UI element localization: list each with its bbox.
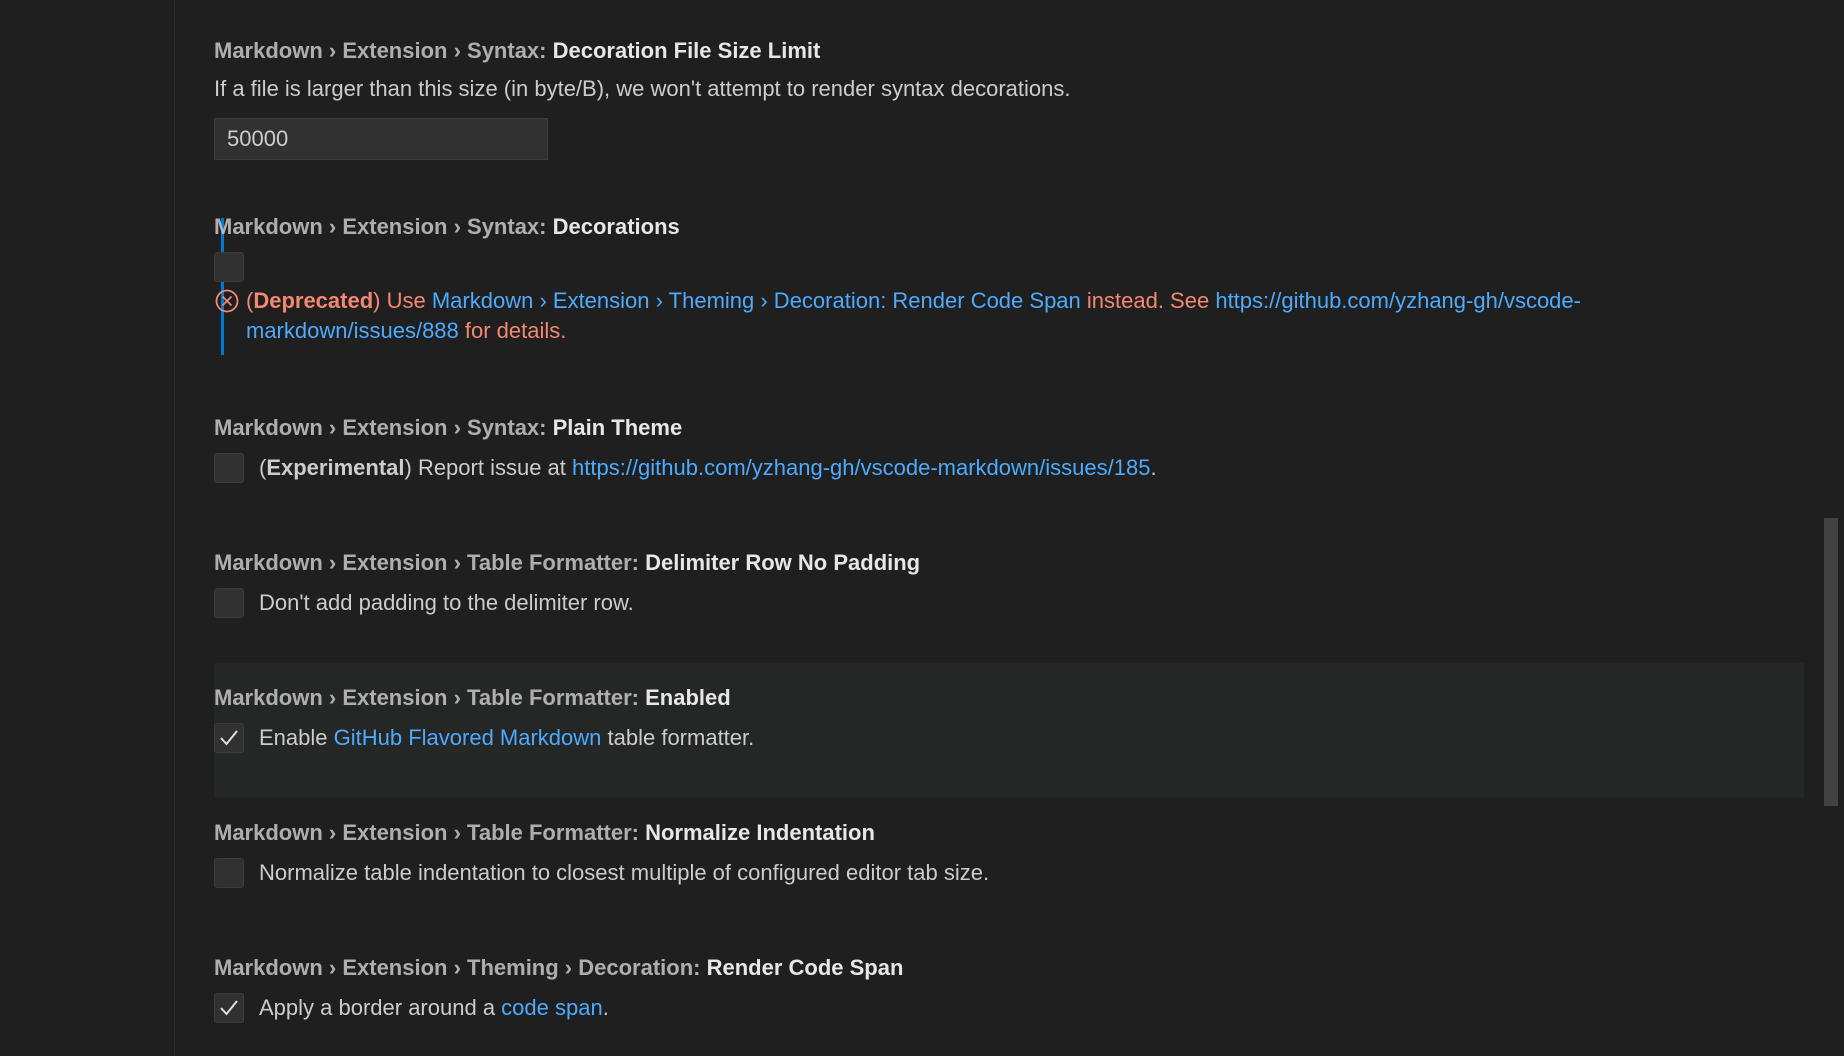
setting-title: Markdown › Extension › Table Formatter: … — [214, 683, 1804, 713]
setting-name: Render Code Span — [706, 955, 904, 980]
setting-category: Markdown › Extension › Table Formatter: — [214, 550, 646, 575]
gfm-link[interactable]: GitHub Flavored Markdown — [334, 725, 602, 750]
setting-name: Delimiter Row No Padding — [645, 550, 921, 575]
setting-title: Markdown › Extension › Theming › Decorat… — [214, 953, 1804, 983]
setting-category: Markdown › Extension › Theming › Decorat… — [214, 955, 707, 980]
settings-editor: Markdown › Extension › Syntax: Decoratio… — [0, 0, 1844, 1056]
setting-decoration-file-size-limit: Markdown › Extension › Syntax: Decoratio… — [214, 36, 1804, 160]
setting-title: Markdown › Extension › Syntax: Plain The… — [214, 413, 1804, 443]
decorations-checkbox[interactable] — [214, 252, 244, 282]
setting-description: Apply a border around a code span. — [259, 995, 609, 1020]
setting-plain-theme: Markdown › Extension › Syntax: Plain The… — [214, 413, 1804, 483]
setting-category: Markdown › Extension › Syntax: — [214, 38, 553, 63]
setting-description: If a file is larger than this size (in b… — [214, 76, 1071, 101]
setting-description: Enable GitHub Flavored Markdown table fo… — [259, 725, 755, 750]
deprecation-message: (Deprecated) Use Markdown › Extension › … — [214, 286, 1804, 346]
code-span-link[interactable]: code span — [501, 995, 603, 1020]
setting-category: Markdown › Extension › Table Formatter: — [214, 820, 646, 845]
setting-table-formatter-enabled: Markdown › Extension › Table Formatter: … — [214, 683, 1804, 753]
setting-description: Normalize table indentation to closest m… — [259, 860, 990, 885]
normalize-indentation-checkbox[interactable] — [214, 858, 244, 888]
settings-toc-pane — [0, 0, 175, 1056]
settings-list: Markdown › Extension › Syntax: Decoratio… — [175, 0, 1822, 1056]
plain-theme-checkbox[interactable] — [214, 453, 244, 483]
setting-category: Markdown › Extension › Syntax: — [214, 214, 553, 239]
setting-name: Plain Theme — [552, 415, 683, 440]
setting-description: (Experimental) Report issue at https://g… — [259, 455, 1157, 480]
setting-delimiter-row-no-padding: Markdown › Extension › Table Formatter: … — [214, 548, 1804, 618]
setting-normalize-indentation: Markdown › Extension › Table Formatter: … — [214, 818, 1804, 888]
error-circle-icon — [214, 288, 240, 314]
delimiter-row-no-padding-checkbox[interactable] — [214, 588, 244, 618]
setting-name: Enabled — [645, 685, 731, 710]
render-code-span-setting-link[interactable]: Markdown › Extension › Theming › Decorat… — [432, 288, 1081, 313]
render-code-span-checkbox[interactable] — [214, 993, 244, 1023]
setting-render-code-span: Markdown › Extension › Theming › Decorat… — [214, 953, 1804, 1023]
file-size-limit-input[interactable] — [214, 118, 548, 160]
setting-title: Markdown › Extension › Syntax: Decoratio… — [214, 212, 1804, 242]
vertical-scrollbar[interactable] — [1824, 518, 1838, 806]
setting-decorations: Markdown › Extension › Syntax: Decoratio… — [214, 212, 1804, 346]
deprecated-tag: Deprecated — [253, 288, 374, 313]
setting-name: Normalize Indentation — [645, 820, 875, 845]
setting-name: Decorations — [552, 214, 680, 239]
issue-185-link[interactable]: https://github.com/yzhang-gh/vscode-mark… — [572, 455, 1150, 480]
setting-title: Markdown › Extension › Table Formatter: … — [214, 548, 1804, 578]
checkmark-icon — [220, 730, 238, 746]
setting-category: Markdown › Extension › Syntax: — [214, 415, 553, 440]
checkmark-icon — [220, 1000, 238, 1016]
setting-title: Markdown › Extension › Syntax: Decoratio… — [214, 36, 1804, 66]
setting-title: Markdown › Extension › Table Formatter: … — [214, 818, 1804, 848]
setting-description: Don't add padding to the delimiter row. — [259, 590, 634, 615]
setting-category: Markdown › Extension › Table Formatter: — [214, 685, 646, 710]
table-formatter-enabled-checkbox[interactable] — [214, 723, 244, 753]
setting-name: Decoration File Size Limit — [552, 38, 821, 63]
